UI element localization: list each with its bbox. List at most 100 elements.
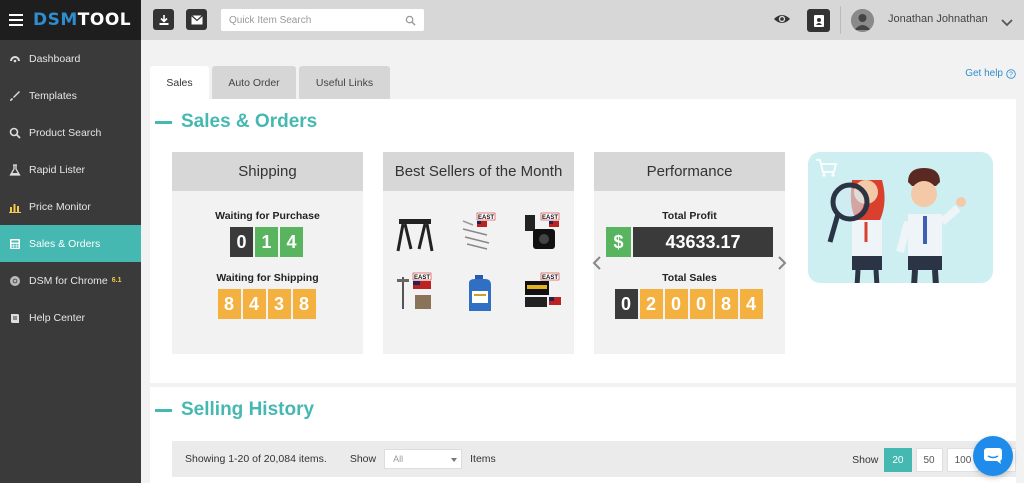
product-thumbnail-power-tool[interactable]: EAST: [521, 211, 565, 255]
user-name[interactable]: Jonathan Johnathan: [888, 13, 988, 25]
version-tag: 6.1: [111, 277, 122, 284]
show-label: Show: [349, 453, 377, 465]
sidebar-item-label: Sales & Orders: [29, 237, 101, 250]
calculator-icon: [9, 238, 21, 250]
dashboard-icon: [9, 53, 21, 65]
chat-bubble-icon: [984, 448, 1002, 464]
top-bar: Jonathan Johnathan: [141, 0, 1024, 40]
show-label: Show: [852, 454, 879, 466]
counter-digit: 0: [614, 289, 640, 319]
chevron-down-icon[interactable]: [1001, 14, 1013, 32]
counter-digit: 8: [217, 289, 243, 319]
product-thumbnail-toolbox[interactable]: EAST: [521, 271, 565, 315]
flask-icon: [9, 163, 21, 176]
performance-card: Performance Total Profit $ 43633.17 Tota…: [592, 152, 787, 354]
chat-launcher-button[interactable]: [973, 436, 1013, 476]
sidebar-item-dashboard[interactable]: Dashboard: [0, 40, 141, 77]
sidebar-item-price-monitor[interactable]: Price Monitor: [0, 188, 141, 225]
brand-bar: DSMTOOL: [0, 0, 141, 40]
badge-text: EAST: [541, 215, 557, 221]
counter-digit: 4: [739, 289, 765, 319]
sidebar-item-product-search[interactable]: Product Search: [0, 114, 141, 151]
page-size-50[interactable]: 50: [915, 448, 943, 472]
status-filter-select[interactable]: All: [384, 449, 463, 469]
total-profit-label: Total Profit: [662, 210, 717, 222]
chevron-right-icon[interactable]: [777, 256, 787, 273]
counter-digit: 4: [242, 289, 268, 319]
sidebar-item-label: Rapid Lister: [29, 163, 86, 176]
tab-auto-order[interactable]: Auto Order: [212, 66, 296, 99]
page-size-20[interactable]: 20: [884, 448, 912, 472]
badge-text: EAST: [413, 275, 429, 281]
total-profit-value: 43633.17: [633, 227, 773, 257]
envelope-icon: [190, 14, 203, 24]
card-title: Shipping: [172, 152, 363, 191]
get-help-link[interactable]: Get help ?: [965, 68, 1016, 79]
mail-button[interactable]: [186, 9, 207, 30]
get-help-label: Get help: [965, 68, 1003, 79]
download-icon: [159, 14, 168, 25]
sidebar-item-dsm-for-chrome[interactable]: DSM for Chrome 6.1: [0, 262, 141, 299]
section-title-selling-history: Selling History: [155, 399, 314, 421]
download-button[interactable]: [153, 9, 174, 30]
eye-icon[interactable]: [773, 11, 791, 32]
sidebar-item-label: DSM for Chrome: [29, 274, 108, 287]
section-title-text: Selling History: [181, 399, 315, 420]
sidebar-item-label: Price Monitor: [29, 200, 91, 213]
tab-sales[interactable]: Sales: [150, 66, 209, 99]
search-input[interactable]: [229, 14, 405, 26]
hamburger-menu-icon[interactable]: [9, 14, 23, 26]
sidebar-item-templates[interactable]: Templates: [0, 77, 141, 114]
sidebar-item-label: Dashboard: [29, 52, 81, 65]
waiting-shipping-label: Waiting for Shipping: [216, 272, 319, 284]
sidebar-nav: Dashboard Templates Product Search Rapid…: [0, 40, 141, 336]
search-icon: [9, 127, 21, 139]
card-title: Best Sellers of the Month: [383, 152, 574, 191]
contact-book-icon: [813, 14, 824, 27]
chevron-left-icon[interactable]: [592, 256, 602, 273]
search-icon[interactable]: [405, 15, 416, 26]
sidebar-item-label: Product Search: [29, 126, 102, 139]
quick-search-box[interactable]: [221, 9, 424, 31]
best-sellers-card: Best Sellers of the Month EAST EAST EAST: [383, 152, 574, 354]
product-thumbnail-jug[interactable]: [457, 271, 501, 315]
sidebar: DSMTOOL Dashboard Templates Product Sear…: [0, 0, 141, 483]
counter-digit: 3: [267, 289, 293, 319]
book-icon: [9, 312, 21, 324]
dollar-icon: $: [606, 227, 631, 257]
product-thumbnail-drill-bit[interactable]: EAST: [393, 271, 437, 315]
card-title: Performance: [594, 152, 785, 191]
section-title-text: Sales & Orders: [181, 111, 318, 132]
select-value: All: [393, 454, 404, 464]
logo-text-tool: TOOL: [77, 10, 132, 30]
counter-digit: 0: [664, 289, 690, 319]
divider: [840, 6, 841, 34]
product-thumbnail-sawhorse[interactable]: [393, 211, 437, 255]
counter-digit: 0: [230, 227, 255, 257]
badge-text: EAST: [477, 215, 493, 221]
sidebar-item-rapid-lister[interactable]: Rapid Lister: [0, 151, 141, 188]
tab-useful-links[interactable]: Useful Links: [299, 66, 390, 99]
badge-text: EAST: [541, 275, 557, 281]
shipping-card: Shipping Waiting for Purchase 0 1 4 Wait…: [172, 152, 363, 354]
counter-digit: 0: [689, 289, 715, 319]
counter-digit: 2: [639, 289, 665, 319]
counter-digit: 8: [714, 289, 740, 319]
avatar[interactable]: [851, 9, 874, 32]
cart-icon: [816, 159, 838, 177]
title-dash: [155, 408, 172, 412]
logo-text-dsm: DSM: [33, 10, 78, 30]
best-sellers-grid: EAST EAST EAST EAST: [383, 211, 574, 315]
total-profit-display: $ 43633.17: [594, 227, 785, 257]
contacts-button[interactable]: [807, 9, 830, 32]
app-logo[interactable]: DSMTOOL: [33, 10, 131, 30]
title-dash: [155, 120, 172, 124]
main-content: Sales Auto Order Useful Links Get help ?…: [141, 40, 1024, 483]
team-illustration: [808, 152, 993, 283]
question-circle-icon: ?: [1006, 68, 1016, 79]
sidebar-item-sales-orders[interactable]: Sales & Orders: [0, 225, 141, 262]
product-thumbnail-screws[interactable]: EAST: [457, 211, 501, 255]
bar-chart-icon: [9, 201, 21, 213]
counter-digit: 1: [255, 227, 280, 257]
sidebar-item-help-center[interactable]: Help Center: [0, 299, 141, 336]
